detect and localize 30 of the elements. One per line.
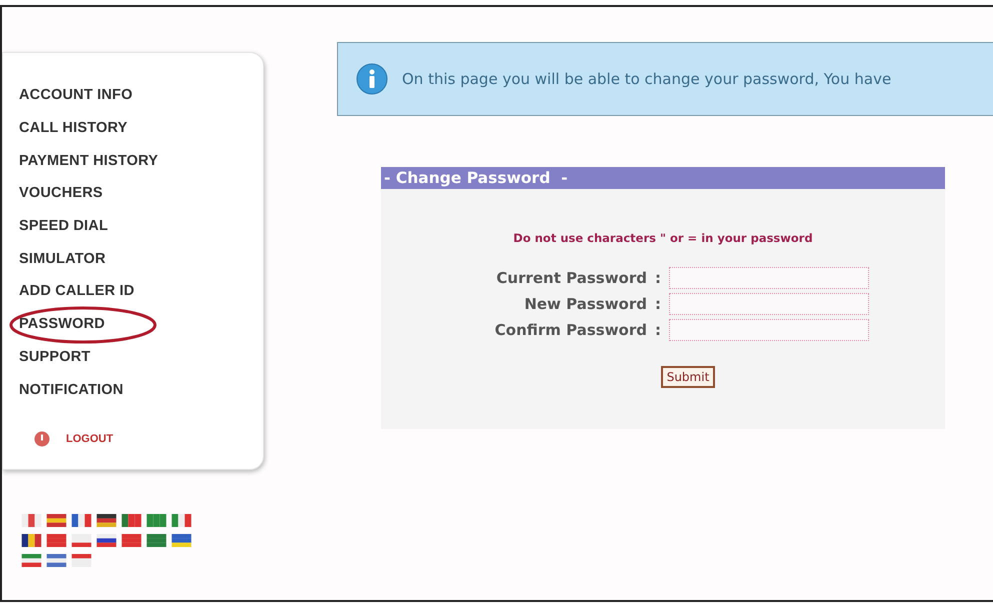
colon: : — [654, 295, 662, 313]
warning-text: Do not use characters " or = in your password — [512, 231, 814, 245]
password-field[interactable] — [669, 319, 869, 341]
password-field[interactable] — [669, 293, 869, 315]
menu-link[interactable]: SUPPORT — [19, 348, 90, 365]
menu-link[interactable]: PAYMENT HISTORY — [19, 152, 158, 169]
menu-link[interactable]: VOUCHERS — [19, 185, 103, 202]
field-label: Current Password — [495, 269, 647, 287]
password-field[interactable] — [669, 267, 869, 289]
flag-icon[interactable] — [171, 534, 192, 547]
flag-icon[interactable] — [21, 534, 42, 547]
field-label: Confirm Password — [494, 321, 647, 339]
colon: : — [654, 321, 662, 339]
flag-icon[interactable] — [96, 514, 117, 527]
colon: : — [654, 269, 662, 287]
menu-link[interactable]: SIMULATOR — [19, 250, 106, 267]
menu-link[interactable]: ACCOUNT INFO — [19, 87, 133, 104]
power-icon — [34, 430, 50, 447]
submit-button[interactable]: Submit — [660, 366, 716, 388]
menu-link[interactable]: SPEED DIAL — [19, 218, 108, 234]
menu-link[interactable]: CALL HISTORY — [19, 120, 128, 136]
flag-icon[interactable] — [71, 514, 92, 527]
info-message: On this page you will be able to change your password, You have — [402, 70, 892, 88]
flag-icon[interactable] — [96, 534, 117, 547]
panel-header: - Change Password - — [381, 167, 945, 189]
info-icon — [356, 63, 388, 95]
menu-link[interactable]: NOTIFICATION — [19, 382, 124, 398]
field-label: New Password — [523, 295, 647, 313]
logout-link[interactable]: LOGOUT — [66, 432, 114, 445]
menu-link[interactable]: ADD CALLER ID — [19, 283, 134, 300]
